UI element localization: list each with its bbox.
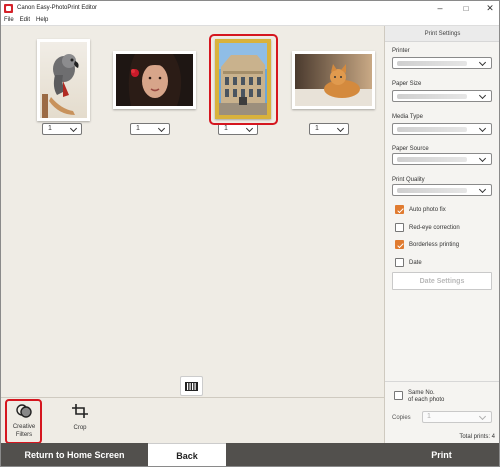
chevron-down-icon	[478, 91, 487, 100]
red-eye-checkbox[interactable]: Red-eye correction	[395, 223, 460, 232]
date-checkbox[interactable]: Date	[395, 258, 422, 267]
title-bar: Canon Easy-PhotoPrint Editor – □ ✕	[1, 1, 499, 15]
chevron-down-icon	[478, 124, 487, 133]
menu-help[interactable]: Help	[36, 17, 48, 23]
window-title: Canon Easy-PhotoPrint Editor	[17, 5, 98, 11]
menu-file[interactable]: File	[4, 17, 14, 23]
auto-photo-fix-label: Auto photo fix	[409, 206, 446, 213]
quantity-select-4[interactable]: 1	[309, 123, 349, 135]
copies-select[interactable]: 1	[422, 411, 492, 423]
checkbox-checked-icon	[395, 205, 404, 214]
panel-title: Print Settings	[385, 26, 499, 42]
same-number-label: Same No. of each photo	[408, 390, 444, 404]
chevron-down-icon	[336, 124, 345, 133]
same-number-checkbox[interactable]: Same No. of each photo	[394, 390, 444, 404]
chevron-down-icon	[157, 124, 166, 133]
printer-label: Printer	[392, 48, 410, 54]
chevron-down-icon	[69, 124, 78, 133]
blurred-value	[397, 61, 467, 66]
filmstrip-icon	[185, 381, 198, 391]
quantity-value: 1	[136, 125, 140, 132]
back-button[interactable]: Back	[148, 443, 226, 466]
media-type-select[interactable]	[392, 123, 492, 135]
photo-card[interactable]	[292, 51, 375, 109]
paper-size-label: Paper Size	[392, 81, 422, 87]
chevron-down-icon	[245, 124, 254, 133]
checkbox-unchecked-icon	[394, 391, 403, 400]
print-settings-panel: Print Settings Printer Paper Size Media …	[384, 26, 499, 443]
total-prints: Total prints: 4	[459, 434, 495, 440]
photo-card[interactable]	[37, 39, 90, 121]
media-type-label: Media Type	[392, 114, 423, 120]
return-home-button[interactable]: Return to Home Screen	[1, 443, 148, 466]
borderless-checkbox[interactable]: Borderless printing	[395, 240, 459, 249]
checkbox-checked-icon	[395, 240, 404, 249]
red-eye-label: Red-eye correction	[409, 224, 460, 231]
woman-photo	[116, 54, 193, 106]
crop-tool[interactable]: Crop	[69, 404, 91, 431]
printer-select[interactable]	[392, 57, 492, 69]
crop-label: Crop	[73, 425, 87, 431]
creative-filters-highlight	[5, 399, 42, 444]
chevron-down-icon	[478, 412, 487, 421]
copies-section: Same No. of each photo Copies 1 Total pri…	[385, 381, 499, 443]
blurred-value	[397, 94, 467, 99]
same-number-line2: of each photo	[408, 397, 445, 403]
menu-bar: File Edit Help	[1, 15, 499, 26]
edit-toolbar	[1, 397, 384, 443]
paper-size-select[interactable]	[392, 90, 492, 102]
checkbox-unchecked-icon	[395, 223, 404, 232]
filmstrip-toggle-button[interactable]	[180, 376, 203, 396]
minimize-button[interactable]: –	[433, 2, 447, 14]
quantity-value: 1	[48, 125, 52, 132]
blurred-value	[397, 157, 467, 162]
crop-icon	[72, 404, 88, 418]
date-settings-button[interactable]: Date Settings	[392, 272, 492, 290]
blurred-value	[397, 127, 467, 132]
chevron-down-icon	[478, 185, 487, 194]
paper-source-select[interactable]	[392, 153, 492, 165]
app-logo-icon	[4, 3, 13, 13]
copies-label: Copies	[392, 415, 411, 421]
quantity-value: 1	[224, 125, 228, 132]
chevron-down-icon	[478, 154, 487, 163]
cat-photo	[295, 54, 372, 106]
selected-photo-highlight	[209, 34, 278, 125]
close-button[interactable]: ✕	[483, 2, 497, 14]
borderless-label: Borderless printing	[409, 241, 460, 248]
parrot-photo	[40, 42, 87, 118]
quantity-select-1[interactable]: 1	[42, 123, 82, 135]
photo-area: 1 1 1 1	[1, 26, 384, 397]
blurred-value	[397, 188, 467, 193]
maximize-button[interactable]: □	[459, 2, 473, 14]
quantity-value: 1	[315, 125, 319, 132]
photo-card[interactable]	[113, 51, 196, 109]
app-window: Canon Easy-PhotoPrint Editor – □ ✕ File …	[0, 0, 500, 467]
checkbox-unchecked-icon	[395, 258, 404, 267]
copies-value: 1	[427, 413, 431, 420]
print-quality-label: Print Quality	[392, 177, 425, 183]
print-button[interactable]: Print	[384, 443, 499, 466]
chevron-down-icon	[478, 58, 487, 67]
paper-source-label: Paper Source	[392, 146, 429, 152]
date-label: Date	[409, 259, 422, 266]
same-number-line1: Same No.	[408, 390, 435, 396]
menu-edit[interactable]: Edit	[20, 17, 30, 23]
print-quality-select[interactable]	[392, 184, 492, 196]
quantity-select-2[interactable]: 1	[130, 123, 170, 135]
auto-photo-fix-checkbox[interactable]: Auto photo fix	[395, 205, 446, 214]
